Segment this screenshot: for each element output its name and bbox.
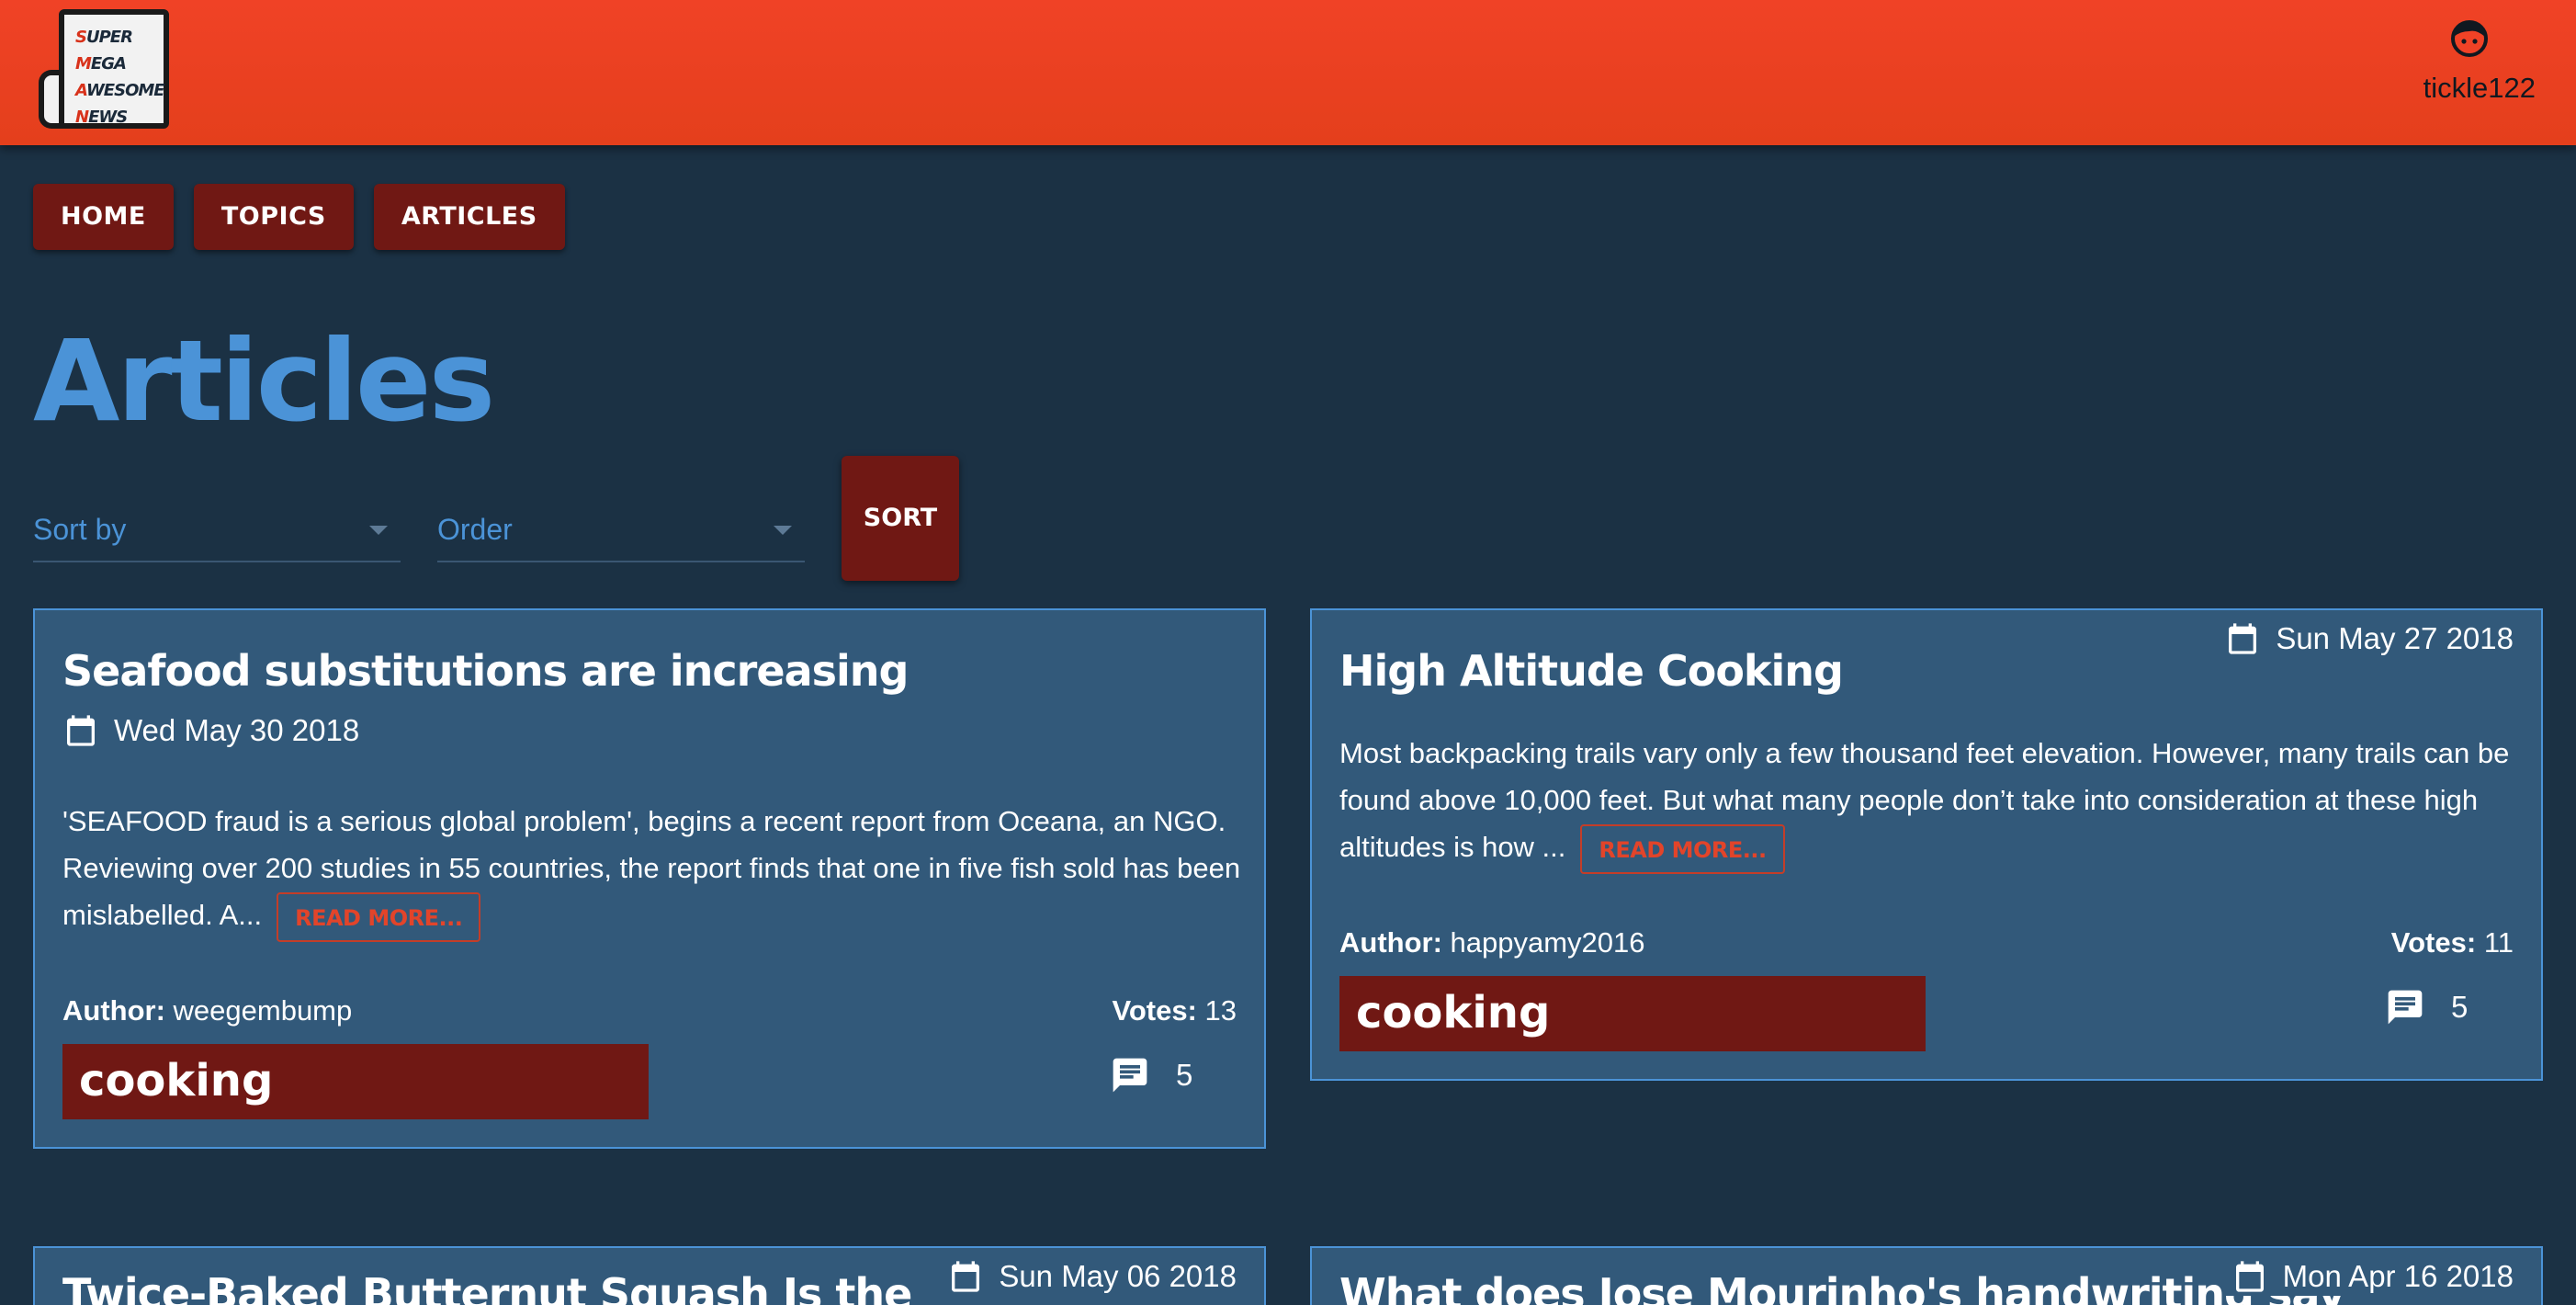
article-title[interactable]: Twice-Baked Butternut Squash Is the xyxy=(62,1268,912,1305)
calendar-icon xyxy=(2235,1261,2264,1292)
votes-count: 13 xyxy=(1204,994,1237,1027)
logo-line-3: AWESOME xyxy=(75,81,165,100)
author-label: Author: xyxy=(1339,926,1442,959)
article-card: High Altitude Cooking Sun May 27 2018 Mo… xyxy=(1310,608,2543,1081)
comments-count-text: 5 xyxy=(2451,990,2469,1024)
votes-label: Votes: xyxy=(1112,994,1197,1027)
username: tickle122 xyxy=(2423,72,2536,104)
article-author: Author: happyamy2016 xyxy=(1339,926,1645,959)
chevron-down-icon xyxy=(774,526,792,535)
calendar-icon xyxy=(2229,623,2257,654)
topic-tag[interactable]: cooking xyxy=(1339,976,1926,1051)
article-title[interactable]: What does Jose Mourinho's handwriting sa… xyxy=(1339,1268,2345,1305)
article-date: Wed May 30 2018 xyxy=(62,711,359,750)
nav-home-button[interactable]: HOME xyxy=(33,184,174,250)
article-excerpt-text: 'SEAFOOD fraud is a serious global probl… xyxy=(62,805,1241,931)
article-card: Twice-Baked Butternut Squash Is the Sun … xyxy=(33,1246,1266,1305)
article-title[interactable]: Seafood substitutions are increasing xyxy=(62,645,909,697)
calendar-icon xyxy=(952,1261,980,1292)
article-excerpt: 'SEAFOOD fraud is a serious global probl… xyxy=(62,798,1248,942)
votes-count: 11 xyxy=(2483,926,2514,959)
comments-count-text: 5 xyxy=(1176,1058,1193,1092)
article-author: Author: weegembump xyxy=(62,994,352,1027)
topic-tag[interactable]: cooking xyxy=(62,1044,649,1119)
logo-line-1: SUPER xyxy=(75,28,133,47)
article-votes: Votes: 13 xyxy=(1112,994,1237,1027)
nav-topics-button[interactable]: TOPICS xyxy=(193,184,354,250)
logo-line-2: MEGA xyxy=(75,54,127,74)
article-card: Seafood substitutions are increasing Wed… xyxy=(33,608,1266,1149)
article-excerpt-text: Most backpacking trails vary only a few … xyxy=(1339,737,2510,863)
article-date-text: Mon Apr 16 2018 xyxy=(2282,1259,2514,1293)
top-app-bar: SUPER MEGA AWESOME NEWS tickle122 xyxy=(0,0,2576,145)
page-title: Articles xyxy=(33,316,495,447)
article-excerpt: Most backpacking trails vary only a few … xyxy=(1339,730,2525,874)
author-label: Author: xyxy=(62,994,165,1027)
order-label: Order xyxy=(437,513,513,546)
author-name: happyamy2016 xyxy=(1450,926,1645,959)
article-date: Mon Apr 16 2018 xyxy=(2221,1257,2514,1296)
order-select[interactable]: Order xyxy=(437,505,805,562)
comment-icon xyxy=(1113,1058,1147,1093)
user-face-icon xyxy=(2451,20,2488,57)
logo-line-4: NEWS xyxy=(75,108,128,127)
main-nav: HOME TOPICS ARTICLES xyxy=(33,184,565,250)
read-more-button[interactable]: READ MORE... xyxy=(277,891,481,942)
chevron-down-icon xyxy=(369,526,388,535)
article-date: Sun May 06 2018 xyxy=(947,1257,1237,1296)
article-title[interactable]: High Altitude Cooking xyxy=(1339,645,1844,697)
comments-count[interactable]: 5 xyxy=(1110,1055,1192,1095)
article-card: What does Jose Mourinho's handwriting sa… xyxy=(1310,1246,2543,1305)
article-votes: Votes: 11 xyxy=(2391,926,2514,959)
votes-label: Votes: xyxy=(2390,926,2477,959)
article-date-text: Wed May 30 2018 xyxy=(114,713,360,747)
comments-count[interactable]: 5 xyxy=(2385,987,2468,1027)
article-date: Sun May 27 2018 xyxy=(2224,619,2514,658)
comment-icon xyxy=(2388,990,2423,1025)
author-name: weegembump xyxy=(173,994,353,1027)
article-date-text: Sun May 27 2018 xyxy=(2276,621,2514,655)
read-more-button[interactable]: READ MORE... xyxy=(1580,823,1785,874)
nav-articles-button[interactable]: ARTICLES xyxy=(373,184,565,250)
sort-by-select[interactable]: Sort by xyxy=(33,505,401,562)
sort-by-label: Sort by xyxy=(33,513,127,546)
site-logo[interactable]: SUPER MEGA AWESOME NEWS xyxy=(39,9,171,129)
calendar-icon xyxy=(67,715,95,746)
logo-paper: SUPER MEGA AWESOME NEWS xyxy=(59,9,169,129)
article-date-text: Sun May 06 2018 xyxy=(999,1259,1237,1293)
sort-button[interactable]: SORT xyxy=(842,456,959,581)
